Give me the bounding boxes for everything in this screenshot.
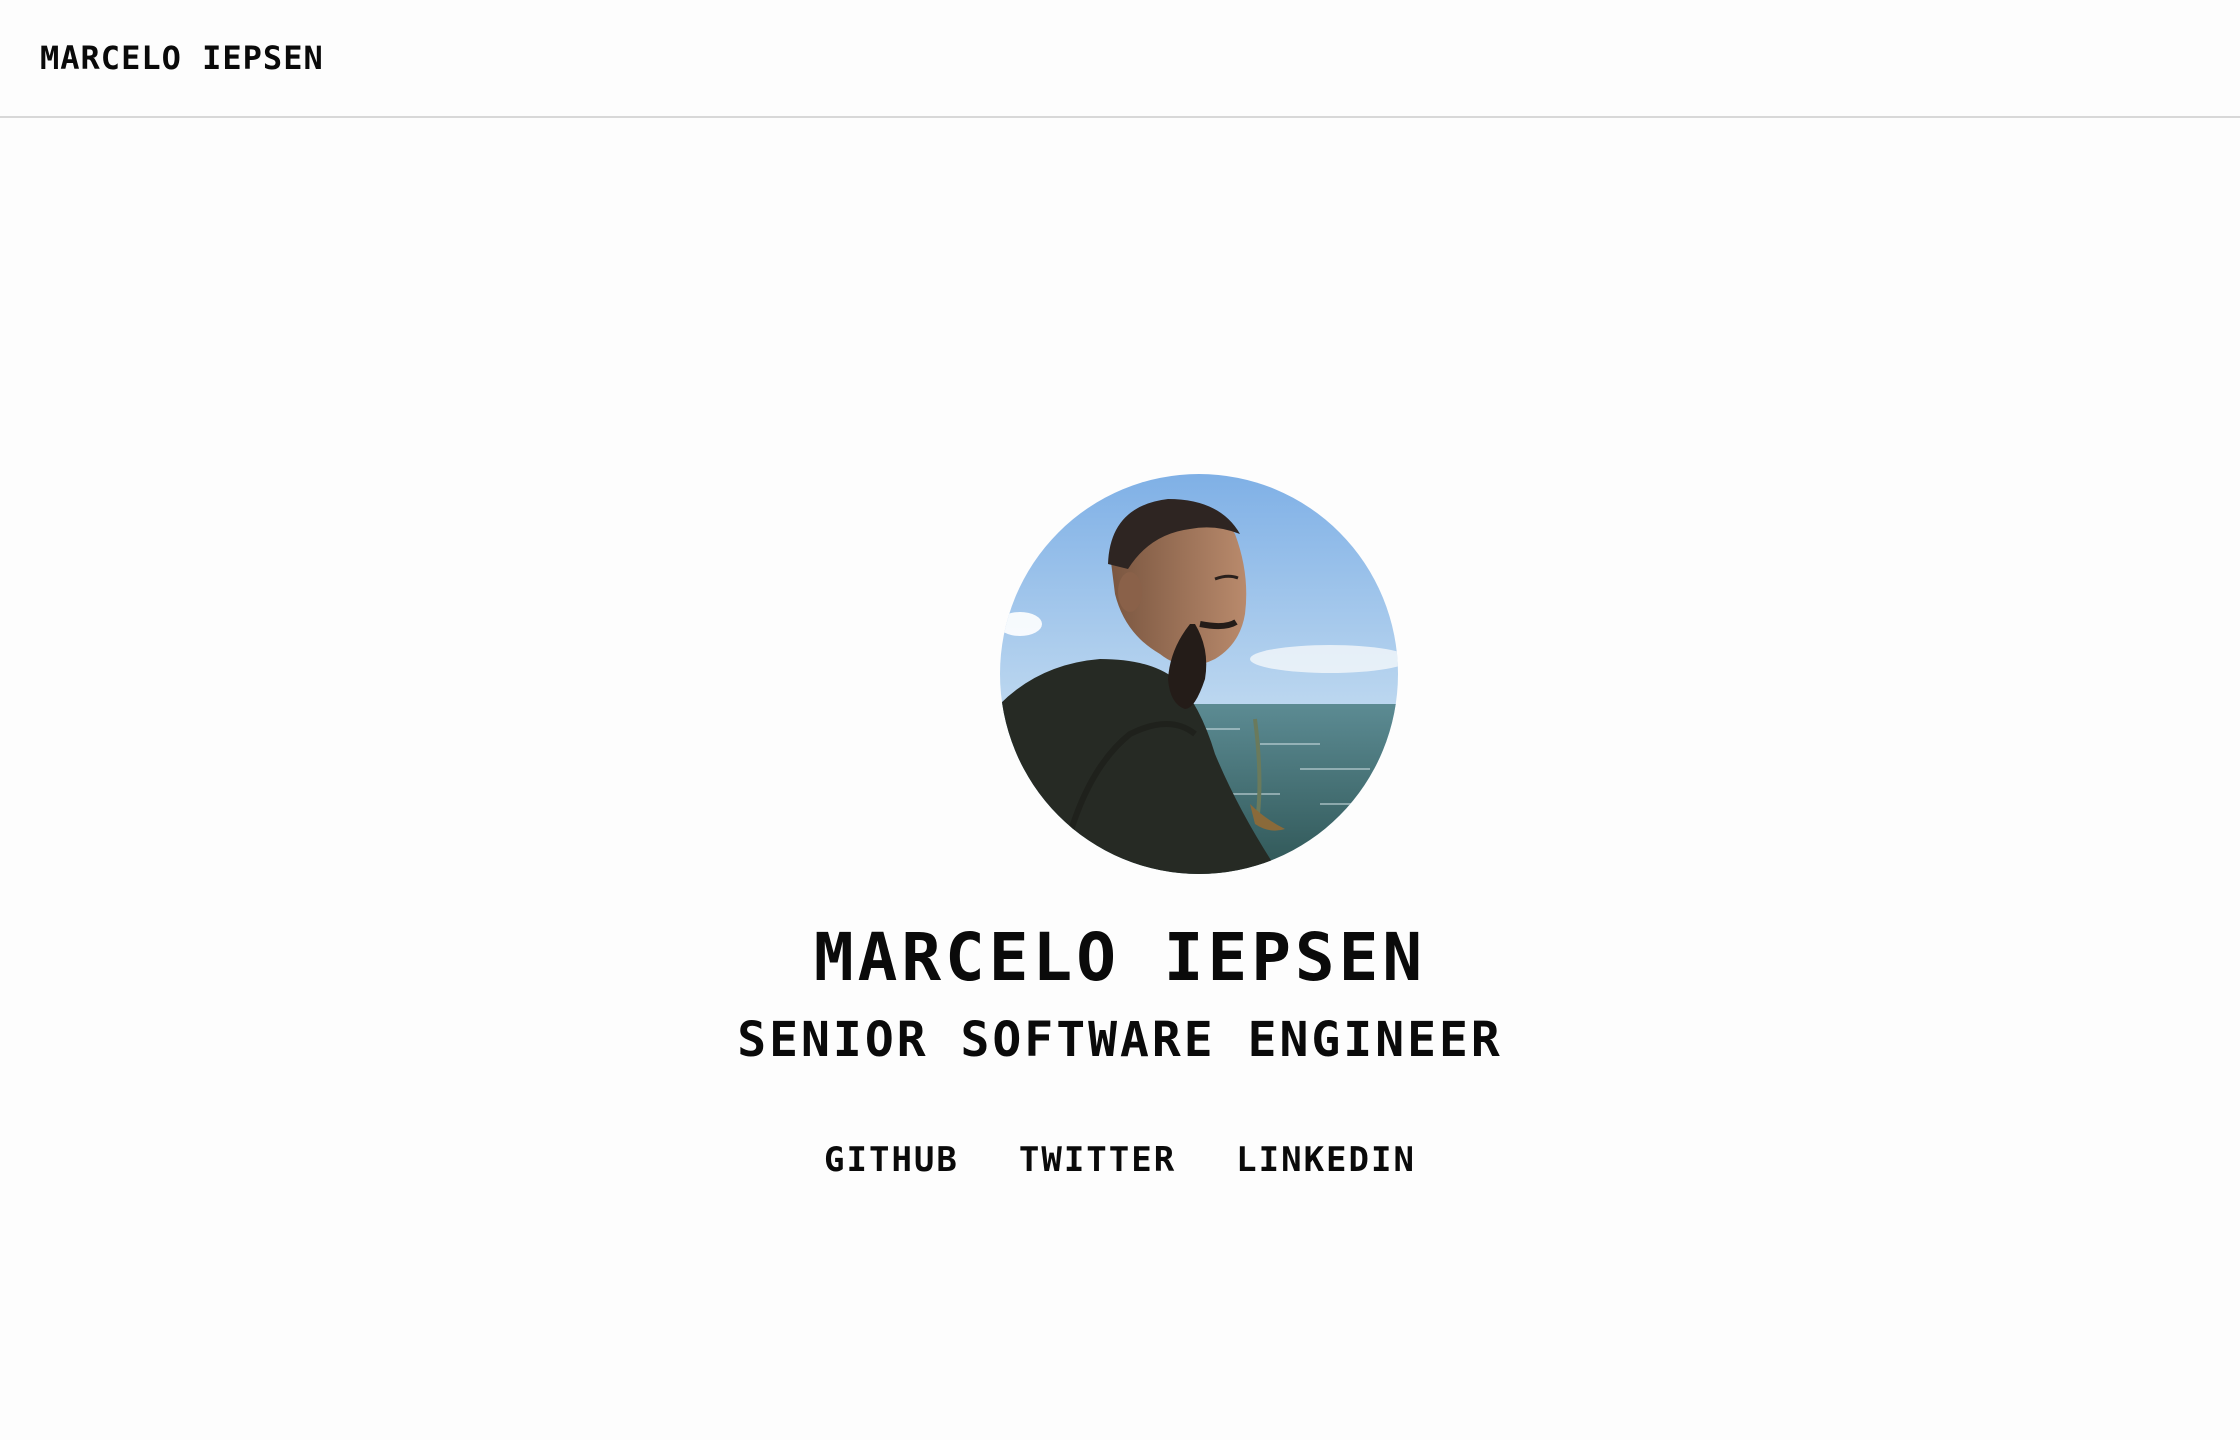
profile-role: SENIOR SOFTWARE ENGINEER [737,1012,1503,1068]
github-link[interactable]: GITHUB [824,1138,959,1182]
top-navbar: MARCELO IEPSEN [0,0,2240,118]
social-links: GITHUB TWITTER LINKEDIN [0,1138,2240,1182]
twitter-link[interactable]: TWITTER [1019,1138,1176,1182]
hero-section: MARCELO IEPSEN SENIOR SOFTWARE ENGINEER … [0,118,2240,1440]
profile-avatar [1000,474,1398,874]
profile-name: MARCELO IEPSEN [813,919,1427,996]
profile-photo [1000,474,1398,874]
linkedin-link[interactable]: LINKEDIN [1236,1138,1416,1182]
site-brand-link[interactable]: MARCELO IEPSEN [40,38,324,78]
